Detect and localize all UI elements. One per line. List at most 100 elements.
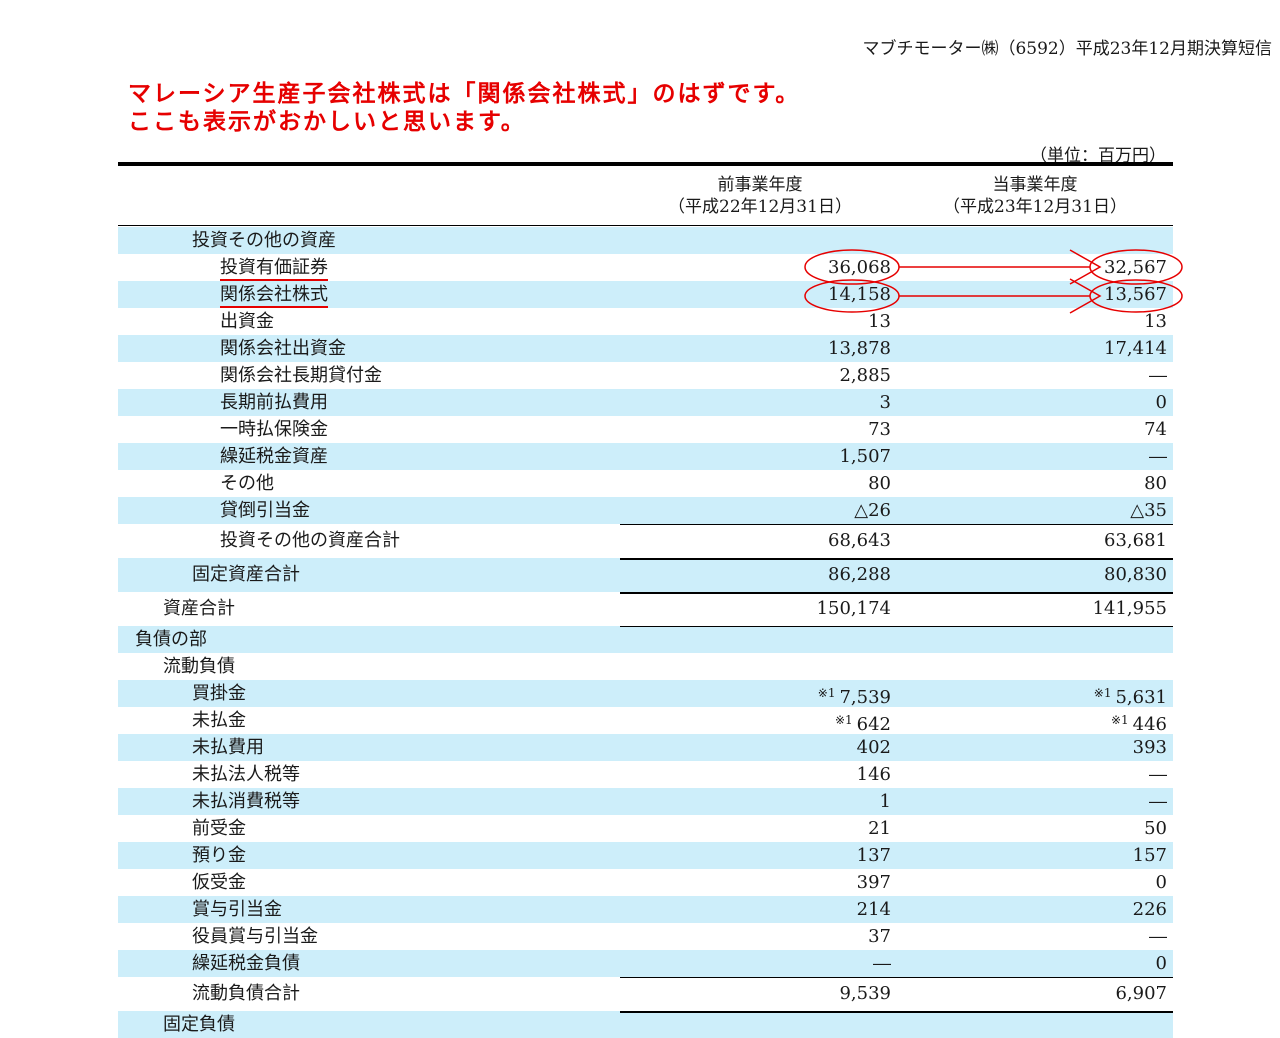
footnote-mark: ※1 xyxy=(817,686,836,700)
table-row: 繰延税金資産 1,507 ― xyxy=(118,443,1173,470)
red-annotation: マレーシア生産子会社株式は「関係会社株式」のはずです。 ここも表示がおかしいと思… xyxy=(128,80,800,136)
table-row: 仮受金 397 0 xyxy=(118,869,1173,896)
curr-value: △35 xyxy=(1130,500,1167,521)
prev-value: ― xyxy=(873,953,891,974)
prev-value: 86,288 xyxy=(828,564,891,585)
row-label: 繰延税金資産 xyxy=(220,446,328,467)
row-label: 繰延税金負債 xyxy=(192,953,300,974)
prev-value: 3 xyxy=(879,392,891,413)
curr-value: 17,414 xyxy=(1104,338,1167,359)
table-row: 投資有価証券 36,068 32,567 xyxy=(118,254,1173,281)
document-header: マブチモーター㈱（6592）平成23年12月期決算短信 xyxy=(862,39,1272,59)
table-row: 買掛金 ※1 7,539 ※1 5,631 xyxy=(118,680,1173,708)
table-row: 長期前払費用 3 0 xyxy=(118,389,1173,416)
curr-value: ― xyxy=(1149,365,1167,386)
row-label: 固定負債 xyxy=(163,1014,235,1035)
table-row: 貸倒引当金 △26 △35 xyxy=(118,497,1173,524)
curr-value: 80 xyxy=(1144,473,1167,494)
value-text: 5,631 xyxy=(1115,687,1167,708)
curr-value: ― xyxy=(1149,791,1167,812)
table-row: 一時払保険金 73 74 xyxy=(118,416,1173,443)
prev-value: 73 xyxy=(868,419,891,440)
table-row: 関係会社株式 14,158 13,567 xyxy=(118,281,1173,308)
prev-value: 13,878 xyxy=(828,338,891,359)
row-label: 資産合計 xyxy=(163,598,235,619)
value-text: 7,539 xyxy=(839,687,891,708)
prev-value: 402 xyxy=(856,737,891,758)
row-label: 流動負債合計 xyxy=(192,983,300,1004)
row-label: 関係会社長期貸付金 xyxy=(220,365,382,386)
prev-value: 21 xyxy=(868,818,891,839)
table-row-subtotal: 投資その他の資産合計 68,643 63,681 xyxy=(118,524,1173,558)
column-date: （平成22年12月31日） xyxy=(668,197,852,217)
row-label: 預り金 xyxy=(192,845,246,866)
table-row: その他 80 80 xyxy=(118,470,1173,497)
column-title: 前事業年度 xyxy=(717,175,803,195)
table-row: 流動負債 xyxy=(118,653,1173,680)
row-label: 投資その他の資産合計 xyxy=(220,530,400,551)
value-text: 642 xyxy=(856,714,891,735)
prev-value: 2,885 xyxy=(839,365,891,386)
prev-value: 14,158 xyxy=(828,284,891,305)
row-label: 投資その他の資産 xyxy=(192,230,336,251)
value-text: 446 xyxy=(1132,714,1167,735)
table-row: 未払金 ※1 642 ※1 446 xyxy=(118,707,1173,735)
column-title: 当事業年度 xyxy=(992,175,1078,195)
table-row-subtotal: 固定資産合計 86,288 80,830 xyxy=(118,558,1173,592)
row-label: 投資有価証券 xyxy=(220,254,328,281)
prev-value: 146 xyxy=(856,764,891,785)
curr-value: 80,830 xyxy=(1104,564,1167,585)
table-row: 未払法人税等 146 ― xyxy=(118,761,1173,788)
row-label: 関係会社株式 xyxy=(220,281,328,308)
annotation-line-1: マレーシア生産子会社株式は「関係会社株式」のはずです。 xyxy=(128,81,801,107)
row-label: 貸倒引当金 xyxy=(220,500,310,521)
row-label: 未払費用 xyxy=(192,737,264,758)
row-label: 買掛金 xyxy=(192,683,246,704)
row-label: その他 xyxy=(220,473,274,494)
curr-value: 32,567 xyxy=(1104,257,1167,278)
prev-value: 137 xyxy=(856,845,891,866)
table-row: 出資金 13 13 xyxy=(118,308,1173,335)
column-date: （平成23年12月31日） xyxy=(943,197,1127,217)
prev-value: 36,068 xyxy=(828,257,891,278)
prev-value: △26 xyxy=(854,500,891,521)
balance-sheet-table: 投資その他の資産 投資有価証券 36,068 32,567 関係会社株式 14,… xyxy=(118,227,1173,1038)
table-row-total: 資産合計 150,174 141,955 xyxy=(118,592,1173,626)
table-row: 未払費用 402 393 xyxy=(118,734,1173,761)
prev-value: 37 xyxy=(868,926,891,947)
prev-value: 150,174 xyxy=(816,598,891,619)
prev-value: 9,539 xyxy=(839,983,891,1004)
curr-value: 393 xyxy=(1132,737,1167,758)
prev-value: 68,643 xyxy=(828,530,891,551)
row-label: 仮受金 xyxy=(192,872,246,893)
curr-value: 13,567 xyxy=(1104,284,1167,305)
row-label: 役員賞与引当金 xyxy=(192,926,318,947)
footnote-mark: ※1 xyxy=(1110,713,1129,727)
row-label: 流動負債 xyxy=(163,656,235,677)
curr-value: 0 xyxy=(1155,872,1167,893)
footnote-mark: ※1 xyxy=(834,713,853,727)
underlined-label: 関係会社株式 xyxy=(220,284,328,308)
column-header-current-year: 当事業年度 （平成23年12月31日） xyxy=(915,174,1155,218)
table-row: 投資その他の資産 xyxy=(118,227,1173,254)
row-label: 固定資産合計 xyxy=(192,564,300,585)
row-label: 関係会社出資金 xyxy=(220,338,346,359)
prev-value: 214 xyxy=(856,899,891,920)
table-row: 関係会社出資金 13,878 17,414 xyxy=(118,335,1173,362)
row-label: 負債の部 xyxy=(135,629,207,650)
prev-value: 1,507 xyxy=(839,446,891,467)
curr-value: 141,955 xyxy=(1092,598,1167,619)
table-row: 役員賞与引当金 37 ― xyxy=(118,923,1173,950)
table-row-section: 負債の部 xyxy=(118,626,1173,653)
curr-value: ― xyxy=(1149,926,1167,947)
table-header-rule xyxy=(118,225,1173,226)
table-row: 前受金 21 50 xyxy=(118,815,1173,842)
row-label: 長期前払費用 xyxy=(220,392,328,413)
row-label: 出資金 xyxy=(220,311,274,332)
row-label: 賞与引当金 xyxy=(192,899,282,920)
prev-value: 80 xyxy=(868,473,891,494)
curr-value: 226 xyxy=(1132,899,1167,920)
curr-value: 63,681 xyxy=(1104,530,1167,551)
prev-value: 13 xyxy=(868,311,891,332)
row-label: 未払法人税等 xyxy=(192,764,300,785)
